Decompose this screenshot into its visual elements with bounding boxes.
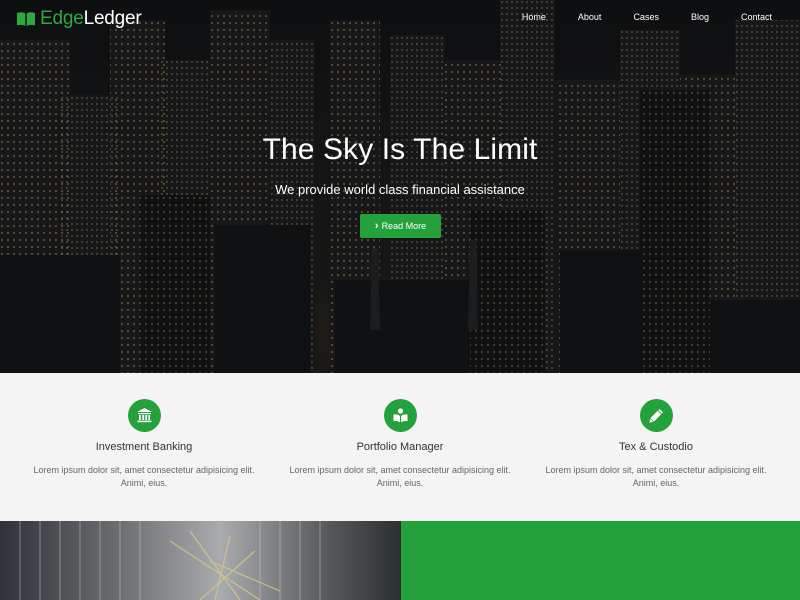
read-more-label: Read More xyxy=(381,221,427,231)
feature-text: Lorem ipsum dolor sit, amet consectetur … xyxy=(33,465,255,488)
features-section: Investment Banking Lorem ipsum dolor sit… xyxy=(0,373,800,521)
brand-name: EdgeLedger xyxy=(40,8,142,30)
feature-title: Portfolio Manager xyxy=(356,441,444,453)
green-panel xyxy=(401,521,800,600)
feature-title: Tex & Custodio xyxy=(619,441,693,453)
hero-title: The Sky Is The Limit xyxy=(262,133,538,166)
feature-title: Investment Banking xyxy=(95,441,193,453)
nav-link-home[interactable]: Home xyxy=(522,12,546,22)
office-building-interior-photo xyxy=(0,521,401,600)
brand-name-part1: Edge xyxy=(40,8,84,29)
hero-section: EdgeLedger Home About Cases Blog Contact… xyxy=(0,0,800,373)
nav-link-cases[interactable]: Cases xyxy=(633,12,659,22)
nav-link-blog[interactable]: Blog xyxy=(691,12,709,22)
chevron-right-icon: › xyxy=(374,219,379,232)
book-reader-icon xyxy=(384,399,417,432)
main-nav: Home About Cases Blog Contact xyxy=(490,12,772,22)
feature-text: Lorem ipsum dolor sit, amet consectetur … xyxy=(289,465,511,488)
feature-portfolio-manager: Portfolio Manager Lorem ipsum dolor sit,… xyxy=(286,373,514,521)
feature-investment-banking: Investment Banking Lorem ipsum dolor sit… xyxy=(30,373,258,521)
pencil-icon xyxy=(640,399,673,432)
open-book-icon xyxy=(17,12,35,26)
brand-name-part2: Ledger xyxy=(83,8,142,29)
nav-link-about[interactable]: About xyxy=(578,12,602,22)
bank-icon xyxy=(128,399,161,432)
brand-logo[interactable]: EdgeLedger xyxy=(16,8,142,30)
feature-text: Lorem ipsum dolor sit, amet consectetur … xyxy=(545,465,767,488)
feature-tex-custodio: Tex & Custodio Lorem ipsum dolor sit, am… xyxy=(542,373,770,521)
hero-subtitle: We provide world class financial assista… xyxy=(275,182,525,197)
navbar: EdgeLedger Home About Cases Blog Contact xyxy=(0,0,800,38)
nav-link-contact[interactable]: Contact xyxy=(741,12,772,22)
read-more-button[interactable]: › Read More xyxy=(360,214,441,238)
